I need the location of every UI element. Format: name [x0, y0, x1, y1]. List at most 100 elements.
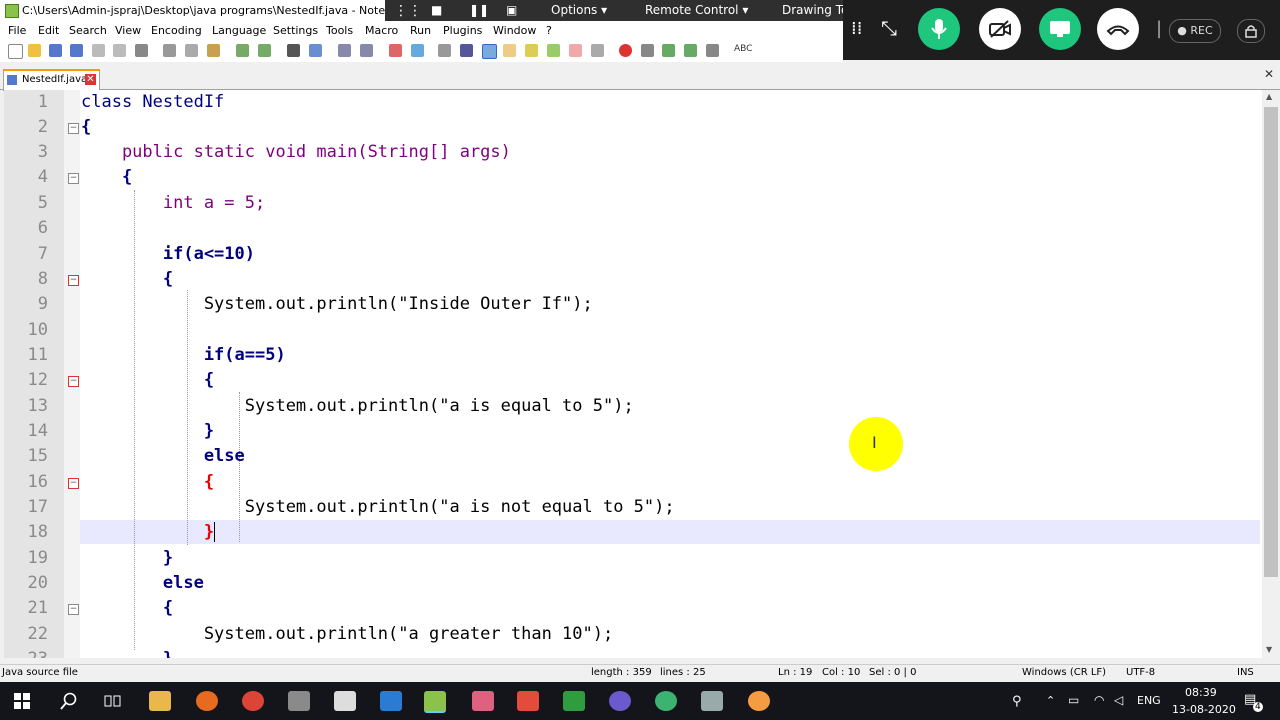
- visual-studio-code-icon[interactable]: [380, 691, 402, 711]
- app-icon[interactable]: [517, 691, 539, 711]
- windows-start-icon[interactable]: [14, 693, 30, 709]
- wifi-icon[interactable]: ◠: [1094, 693, 1104, 707]
- zoom-out-icon[interactable]: [360, 44, 373, 57]
- cut-icon[interactable]: [163, 44, 176, 57]
- volume-icon[interactable]: ◁: [1114, 693, 1123, 707]
- zoom-in-icon[interactable]: [338, 44, 351, 57]
- menu-window[interactable]: Window: [493, 24, 536, 37]
- menu-file[interactable]: File: [8, 24, 26, 37]
- app-icon[interactable]: [655, 691, 677, 711]
- menu-settings[interactable]: Settings: [273, 24, 318, 37]
- network-icon[interactable]: ▭: [1068, 693, 1079, 707]
- options-menu[interactable]: Options ▾: [551, 3, 607, 17]
- new-file-icon[interactable]: [8, 44, 23, 59]
- fold-marker[interactable]: −: [68, 275, 79, 286]
- task-view-icon[interactable]: [104, 693, 122, 709]
- menu-run[interactable]: Run: [410, 24, 431, 37]
- paste-icon[interactable]: [207, 44, 220, 57]
- app-icon[interactable]: [748, 691, 770, 711]
- doc-map-icon[interactable]: [525, 44, 538, 57]
- tab-close-icon[interactable]: ✕: [85, 74, 96, 85]
- code-editor[interactable]: 1 2 3 4 5 6 7 8 9 10 11 12 13 14 15 16 1…: [4, 90, 1262, 658]
- app-icon[interactable]: [701, 691, 723, 711]
- menu-encoding[interactable]: Encoding: [151, 24, 202, 37]
- document-icon[interactable]: [334, 691, 356, 711]
- scrollbar-thumb[interactable]: [1264, 107, 1278, 577]
- save-all-icon[interactable]: [70, 44, 83, 57]
- monitoring-icon[interactable]: [591, 44, 604, 57]
- play-macro-icon[interactable]: [662, 44, 675, 57]
- people-icon[interactable]: ⚲: [1012, 694, 1022, 709]
- microphone-button[interactable]: [918, 8, 960, 50]
- print-icon[interactable]: [135, 44, 148, 57]
- clock-date[interactable]: 13-08-2020: [1172, 703, 1236, 716]
- stop-macro-icon[interactable]: [641, 44, 654, 57]
- tab-nestedif-java[interactable]: NestedIf.java ✕: [3, 69, 100, 91]
- scroll-up-icon[interactable]: ▲: [1266, 92, 1272, 101]
- chevron-up-icon[interactable]: ⌃: [1046, 694, 1055, 707]
- scroll-down-icon[interactable]: ▼: [1266, 645, 1272, 654]
- chrome-icon[interactable]: [242, 691, 264, 711]
- input-language[interactable]: ENG: [1137, 694, 1161, 707]
- menu-view[interactable]: View: [115, 24, 141, 37]
- spellcheck-icon[interactable]: ABC: [734, 44, 752, 57]
- save-macro-icon[interactable]: [706, 44, 719, 57]
- separator: |: [1156, 18, 1163, 39]
- folder-workspace-icon[interactable]: [569, 44, 582, 57]
- open-file-icon[interactable]: [28, 44, 41, 57]
- replace-icon[interactable]: [309, 44, 322, 57]
- fold-marker[interactable]: −: [68, 123, 79, 134]
- stop-icon[interactable]: ■: [431, 3, 442, 17]
- find-icon[interactable]: [287, 44, 300, 57]
- fold-marker[interactable]: −: [68, 478, 79, 489]
- menu-help[interactable]: ?: [546, 24, 552, 37]
- menu-plugins[interactable]: Plugins: [443, 24, 482, 37]
- fold-marker[interactable]: −: [68, 604, 79, 615]
- line-number: 6: [37, 218, 48, 238]
- notepadpp-taskbar-icon[interactable]: [424, 691, 446, 713]
- menu-edit[interactable]: Edit: [38, 24, 59, 37]
- camera-off-button[interactable]: [979, 8, 1021, 50]
- language-icon[interactable]: [503, 44, 516, 57]
- remote-control-menu[interactable]: Remote Control ▾: [645, 3, 748, 17]
- record-macro-icon[interactable]: [619, 44, 632, 57]
- lock-button[interactable]: [1237, 19, 1265, 43]
- share-screen-button[interactable]: [1039, 8, 1081, 50]
- firefox-icon[interactable]: [196, 691, 218, 711]
- show-all-chars-icon[interactable]: [460, 44, 473, 57]
- grid-icon[interactable]: ⋮⋮: [394, 3, 422, 19]
- expand-icon[interactable]: ⤡: [881, 16, 897, 40]
- line-number: 4: [37, 167, 48, 187]
- clock-time[interactable]: 08:39: [1185, 686, 1217, 699]
- save-icon[interactable]: [49, 44, 62, 57]
- menu-tools[interactable]: Tools: [326, 24, 353, 37]
- database-icon[interactable]: [288, 691, 310, 711]
- fold-marker[interactable]: −: [68, 173, 79, 184]
- function-list-icon[interactable]: [547, 44, 560, 57]
- menu-macro[interactable]: Macro: [365, 24, 398, 37]
- app-icon[interactable]: [609, 691, 631, 711]
- redo-icon[interactable]: [258, 44, 271, 57]
- screen-icon[interactable]: ▣: [506, 3, 517, 17]
- search-icon[interactable]: [60, 692, 78, 710]
- pause-icon[interactable]: ❚❚: [469, 3, 489, 17]
- file-explorer-icon[interactable]: [149, 691, 171, 711]
- tab-close-all-icon[interactable]: ✕: [1264, 67, 1274, 81]
- copy-icon[interactable]: [185, 44, 198, 57]
- fold-marker[interactable]: −: [68, 376, 79, 387]
- sync-horizontal-icon[interactable]: [411, 44, 424, 57]
- sync-vertical-icon[interactable]: [389, 44, 402, 57]
- word-wrap-icon[interactable]: [438, 44, 451, 57]
- drag-handle-icon[interactable]: ⁞⁞: [851, 18, 862, 39]
- hang-up-button[interactable]: [1097, 8, 1139, 50]
- app-icon[interactable]: [563, 691, 585, 711]
- menu-search[interactable]: Search: [69, 24, 107, 37]
- indent-guide-icon[interactable]: [482, 44, 497, 59]
- close-all-icon[interactable]: [113, 44, 126, 57]
- run-macro-multiple-icon[interactable]: [684, 44, 697, 57]
- drawing-tools-menu[interactable]: Drawing To: [782, 3, 848, 17]
- close-icon[interactable]: [92, 44, 105, 57]
- menu-language[interactable]: Language: [212, 24, 266, 37]
- app-icon[interactable]: [472, 691, 494, 711]
- undo-icon[interactable]: [236, 44, 249, 57]
